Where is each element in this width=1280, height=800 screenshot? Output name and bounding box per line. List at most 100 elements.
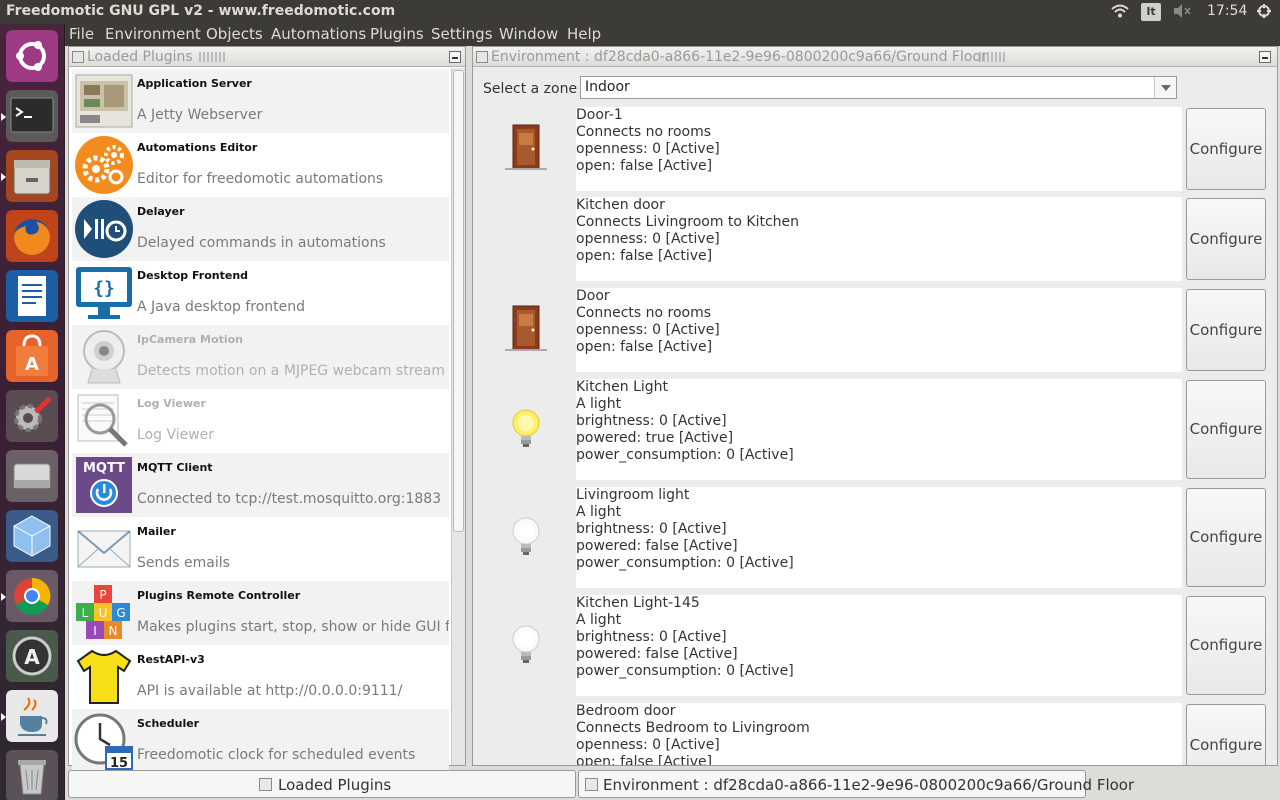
delayer-icon <box>74 199 134 259</box>
object-property: openness: 0 [Active] <box>576 737 720 753</box>
object-property: open: false [Active] <box>576 339 713 355</box>
configure-button[interactable]: Configure <box>1186 596 1266 695</box>
menu-environment[interactable]: Environment <box>105 25 201 43</box>
configure-button[interactable]: Configure <box>1186 289 1266 371</box>
plugin-item[interactable]: 15 Scheduler Freedomotic clock for sched… <box>72 709 449 773</box>
menu-bar: File Environment Objects Automations Plu… <box>65 24 1280 46</box>
disk-icon[interactable] <box>6 450 58 502</box>
plugin-item[interactable]: PLUG IN Plugins Remote Controller Makes p… <box>72 581 449 645</box>
object-row: Kitchen Light A light brightness: 0 [Act… <box>473 379 1273 480</box>
configure-button[interactable]: Configure <box>1186 198 1266 280</box>
chevron-down-icon[interactable] <box>1154 77 1176 98</box>
clock[interactable]: 17:54 <box>1207 3 1247 19</box>
bulb-on-icon[interactable] <box>501 403 551 453</box>
plugin-item[interactable]: RestAPI-v3 API is available at http://0.… <box>72 645 449 709</box>
mqtt-icon: MQTT <box>74 455 134 515</box>
plugin-item[interactable]: IpCamera Motion Detects motion on a MJPE… <box>72 325 449 389</box>
plugin-item[interactable]: Automations Editor Editor for freedomoti… <box>72 133 449 197</box>
volume-muted-icon[interactable] <box>1172 3 1192 23</box>
object-name: Livingroom light <box>576 487 690 503</box>
software-center-icon[interactable]: A <box>6 330 58 382</box>
panel-titlebar[interactable]: Loaded Plugins <box>69 47 465 67</box>
plugin-item[interactable]: Log Viewer Log Viewer <box>72 389 449 453</box>
files-icon[interactable] <box>6 150 58 202</box>
object-row: Kitchen Light-145 A light brightness: 0 … <box>473 595 1273 696</box>
object-property: brightness: 0 [Active] <box>576 629 727 645</box>
plugins-scrollbar[interactable] <box>451 68 465 765</box>
menu-objects[interactable]: Objects <box>206 25 263 43</box>
menu-settings[interactable]: Settings <box>431 25 493 43</box>
bulb-off-icon[interactable] <box>501 619 551 669</box>
plugin-item[interactable]: Application Server A Jetty Webserver <box>72 69 449 133</box>
menu-file[interactable]: File <box>69 25 94 43</box>
magnifier-icon <box>74 391 134 451</box>
virtualbox-icon[interactable] <box>6 510 58 562</box>
door-icon[interactable] <box>501 304 551 354</box>
plugin-description: Freedomotic clock for scheduled events <box>137 747 416 763</box>
minimize-button[interactable] <box>1259 51 1271 63</box>
zone-label: Select a zone <box>483 81 578 97</box>
object-property: powered: false [Active] <box>576 646 738 662</box>
taskbar-tab-environment[interactable]: Environment : df28cda0-a866-11e2-9e96-08… <box>578 770 1134 798</box>
plugin-name: Log Viewer <box>137 397 206 410</box>
plugin-name: Delayer <box>137 205 185 218</box>
plugin-name: MQTT Client <box>137 461 213 474</box>
plugin-item[interactable]: {} Desktop Frontend A Java desktop front… <box>72 261 449 325</box>
configure-button[interactable]: Configure <box>1186 380 1266 479</box>
running-indicator <box>1 173 6 181</box>
ubuntu-dash-icon[interactable] <box>6 30 58 82</box>
object-name: Bedroom door <box>576 703 676 719</box>
panel-titlebar[interactable]: Environment : df28cda0-a866-11e2-9e96-08… <box>473 47 1277 67</box>
system-settings-icon[interactable] <box>6 390 58 442</box>
object-property: openness: 0 [Active] <box>576 141 720 157</box>
java-icon[interactable] <box>6 690 58 742</box>
object-property: open: false [Active] <box>576 754 713 765</box>
firefox-icon[interactable] <box>6 210 58 262</box>
wifi-icon[interactable] <box>1110 3 1130 23</box>
plugin-item[interactable]: Delayer Delayed commands in automations <box>72 197 449 261</box>
drag-grip[interactable] <box>199 52 225 62</box>
plugin-description: Detects motion on a MJPEG webcam stream <box>137 363 445 379</box>
scrollbar-thumb[interactable] <box>453 70 464 532</box>
menu-automations[interactable]: Automations <box>271 25 366 43</box>
terminal-icon[interactable] <box>6 90 58 142</box>
minimize-button[interactable] <box>449 51 461 63</box>
bulb-off-icon[interactable] <box>501 511 551 561</box>
drag-grip[interactable] <box>979 52 1005 62</box>
object-property: brightness: 0 [Active] <box>576 413 727 429</box>
plugin-item[interactable]: Mailer Sends emails <box>72 517 449 581</box>
object-description: Connects Bedroom to Livingroom <box>576 720 810 736</box>
plugin-description: API is available at http://0.0.0.0:9111/ <box>137 683 403 699</box>
tshirt-icon <box>74 647 134 707</box>
plugin-description: Editor for freedomotic automations <box>137 171 384 187</box>
configure-button[interactable]: Configure <box>1186 704 1266 765</box>
writer-icon[interactable] <box>6 270 58 322</box>
menu-plugins[interactable]: Plugins <box>370 25 424 43</box>
object-property: power_consumption: 0 [Active] <box>576 663 794 679</box>
taskbar-tab-loaded-plugins[interactable]: Loaded Plugins <box>68 770 576 798</box>
object-row: Livingroom light A light brightness: 0 [… <box>473 487 1273 588</box>
chrome-icon[interactable] <box>6 570 58 622</box>
object-name: Door-1 <box>576 107 623 123</box>
object-row: Bedroom door Connects Bedroom to Livingr… <box>473 703 1273 765</box>
door-icon[interactable] <box>501 123 551 173</box>
plugin-description: Log Viewer <box>137 427 215 443</box>
power-gear-icon[interactable] <box>1256 3 1272 23</box>
panel-window-icon <box>72 51 84 63</box>
configure-button[interactable]: Configure <box>1186 108 1266 190</box>
object-description: Connects Livingroom to Kitchen <box>576 214 800 230</box>
keyboard-layout-indicator[interactable]: It <box>1141 3 1161 21</box>
object-property: powered: false [Active] <box>576 538 738 554</box>
svg-text:L: L <box>82 606 89 620</box>
updater-icon[interactable]: A <box>6 630 58 682</box>
object-property: brightness: 0 [Active] <box>576 521 727 537</box>
plugin-item[interactable]: MQTT MQTT Client Connected to tcp://test… <box>72 453 449 517</box>
svg-text:15: 15 <box>110 756 128 771</box>
object-property: open: false [Active] <box>576 248 713 264</box>
configure-button[interactable]: Configure <box>1186 488 1266 587</box>
menu-help[interactable]: Help <box>567 25 601 43</box>
menu-window[interactable]: Window <box>499 25 558 43</box>
svg-text:{}: {} <box>93 278 115 299</box>
zone-select[interactable]: Indoor <box>580 76 1177 99</box>
trash-icon[interactable] <box>6 750 58 800</box>
